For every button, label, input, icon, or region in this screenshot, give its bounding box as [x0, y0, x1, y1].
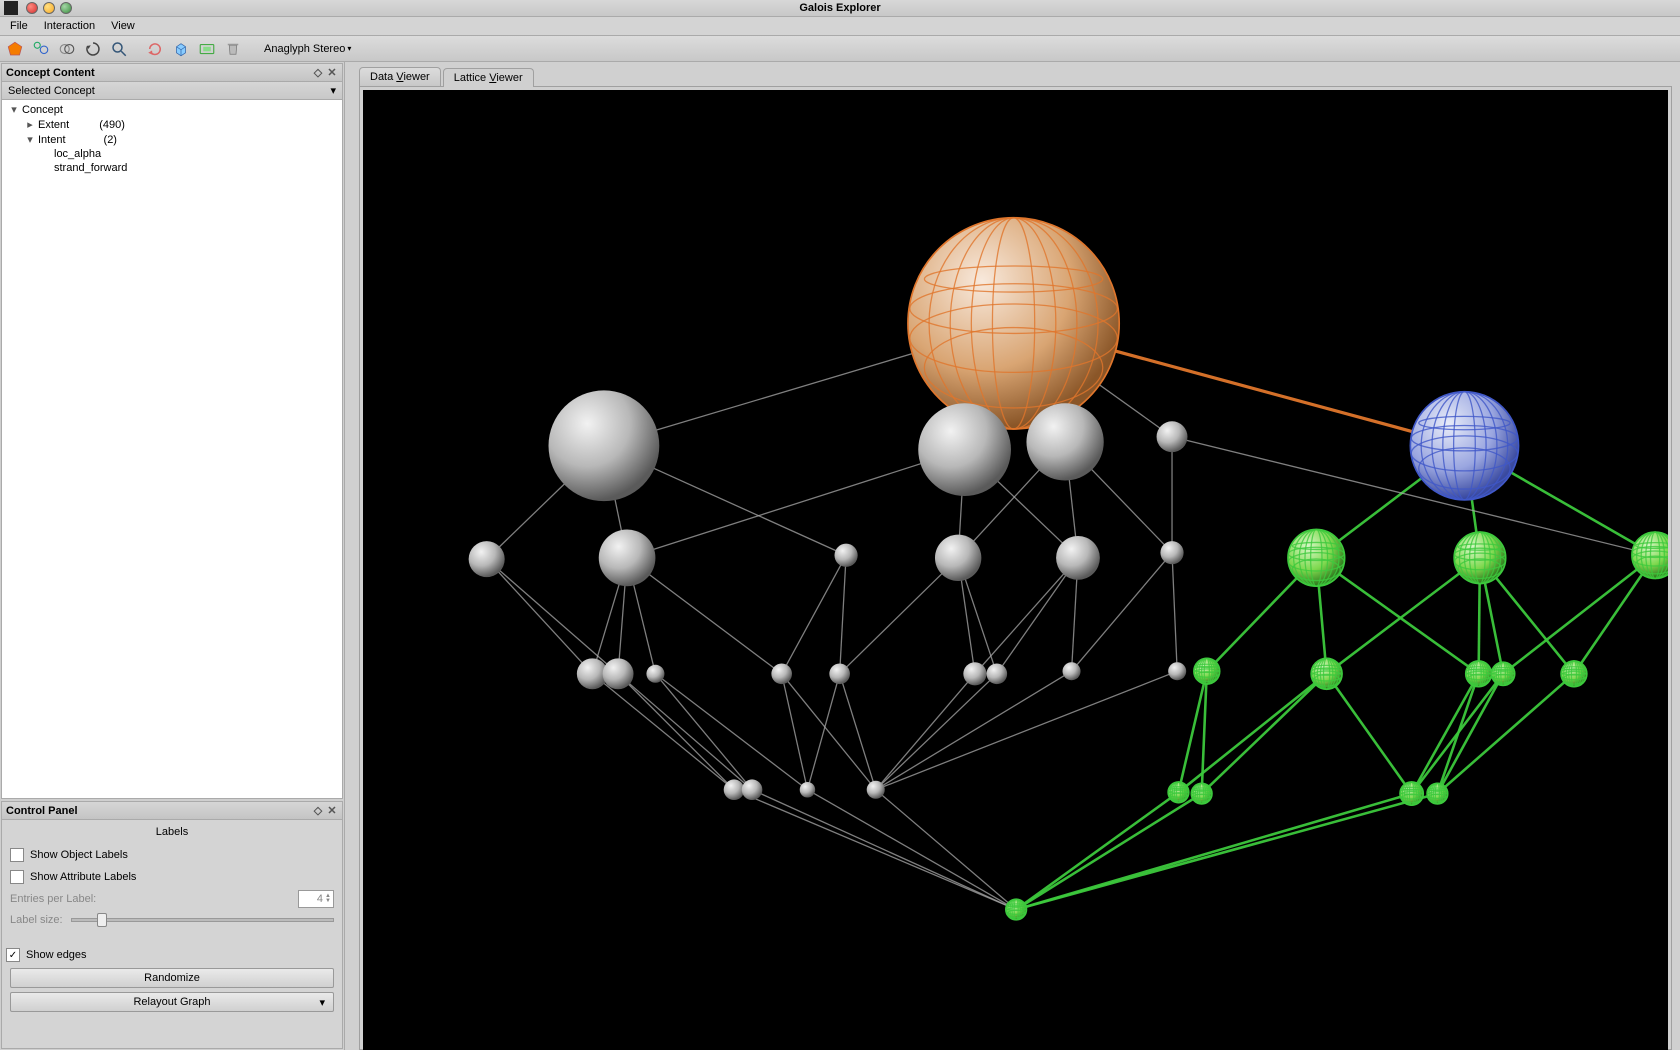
tree-node-intent[interactable]: ▾ Intent (2)	[2, 132, 342, 147]
right-pane: Data Viewer Lattice Viewer	[345, 62, 1680, 1050]
selected-concept-title: Selected Concept	[8, 85, 95, 97]
tab-lattice-viewer[interactable]: Lattice Viewer	[443, 68, 534, 87]
menubar: File Interaction View	[0, 17, 1680, 36]
concept-tree: ▾ Concept ▸ Extent (490) ▾ Intent (2) · …	[2, 100, 342, 798]
panel-close-button[interactable]: ✕	[326, 67, 338, 79]
chevron-down-icon: ▾	[319, 996, 325, 1009]
window-title: Galois Explorer	[0, 2, 1680, 14]
tree-node-concept[interactable]: ▾ Concept	[2, 102, 342, 117]
app-icon	[4, 1, 18, 15]
randomize-button[interactable]: Randomize	[10, 968, 334, 988]
panel-close-button[interactable]: ✕	[326, 805, 338, 817]
window-zoom-button[interactable]	[60, 2, 72, 14]
stereo-label: Anaglyph Stereo	[264, 43, 345, 55]
concept-content-title: Concept Content	[6, 67, 95, 79]
panel-detach-button[interactable]: ◇	[312, 67, 324, 79]
chevron-down-icon: ▾	[347, 44, 351, 53]
screenshot-icon	[198, 40, 216, 58]
show-edges-label: Show edges	[26, 949, 87, 961]
toolbar-btn-2[interactable]	[30, 38, 52, 60]
window-close-button[interactable]	[26, 2, 38, 14]
entries-per-label-label: Entries per Label:	[10, 893, 96, 905]
toolbar-btn-6[interactable]	[144, 38, 166, 60]
tree-leaf-strand-forward[interactable]: · strand_forward	[2, 161, 342, 175]
labels-section-title: Labels	[10, 824, 334, 842]
lattice-viewer-canvas[interactable]	[363, 90, 1668, 1050]
tab-data-viewer[interactable]: Data Viewer	[359, 67, 441, 86]
expander-icon[interactable]: ▾	[24, 133, 36, 146]
chevron-down-icon[interactable]: ▾	[330, 84, 336, 97]
spinner-buttons[interactable]: ▲▼	[325, 894, 331, 904]
menu-interaction[interactable]: Interaction	[38, 18, 101, 34]
tree-leaf-loc-alpha[interactable]: · loc_alpha	[2, 147, 342, 161]
control-panel: Control Panel ◇ ✕ Labels Show Object Lab…	[1, 801, 343, 1049]
toolbar-btn-4[interactable]	[82, 38, 104, 60]
magnify-icon	[110, 40, 128, 58]
viewer-tabs: Data Viewer Lattice Viewer	[359, 62, 1680, 86]
toolbar-btn-9[interactable]	[222, 38, 244, 60]
menu-view[interactable]: View	[105, 18, 141, 34]
show-edges-checkbox[interactable]: ✓	[6, 948, 20, 962]
show-object-labels-checkbox[interactable]	[10, 848, 24, 862]
control-panel-title: Control Panel	[6, 805, 78, 817]
toolbar-btn-5[interactable]	[108, 38, 130, 60]
label-size-label: Label size:	[10, 914, 63, 926]
expander-icon[interactable]: ▸	[24, 118, 36, 131]
mesh-icon	[32, 40, 50, 58]
overlap-icon	[58, 40, 76, 58]
toolbar-btn-3[interactable]	[56, 38, 78, 60]
titlebar: Galois Explorer	[0, 0, 1680, 17]
cube-icon	[172, 40, 190, 58]
panel-detach-button[interactable]: ◇	[312, 805, 324, 817]
toolbar: Anaglyph Stereo ▾	[0, 36, 1680, 62]
relayout-graph-button[interactable]: Relayout Graph ▾	[10, 992, 334, 1012]
show-attribute-labels-checkbox[interactable]	[10, 870, 24, 884]
menu-file[interactable]: File	[4, 18, 34, 34]
stereo-dropdown[interactable]: Anaglyph Stereo ▾	[258, 41, 357, 57]
toolbar-btn-1[interactable]	[4, 38, 26, 60]
left-pane: Concept Content ◇ ✕ Selected Concept ▾ ▾…	[0, 62, 345, 1050]
toolbar-btn-8[interactable]	[196, 38, 218, 60]
reload-icon	[146, 40, 164, 58]
label-size-slider[interactable]	[71, 912, 334, 928]
entries-per-label-spinner[interactable]: 4 ▲▼	[298, 890, 334, 908]
viewer-frame	[359, 86, 1672, 1050]
concept-content-panel: Concept Content ◇ ✕ Selected Concept ▾ ▾…	[1, 63, 343, 799]
expander-icon[interactable]: ▾	[8, 103, 20, 116]
trash-icon	[224, 40, 242, 58]
window-minimize-button[interactable]	[43, 2, 55, 14]
polygon-icon	[6, 40, 24, 58]
show-attribute-labels-label: Show Attribute Labels	[30, 871, 136, 883]
slider-thumb[interactable]	[97, 913, 107, 927]
show-object-labels-label: Show Object Labels	[30, 849, 128, 861]
tree-node-extent[interactable]: ▸ Extent (490)	[2, 117, 342, 132]
rotate-icon	[84, 40, 102, 58]
toolbar-btn-7[interactable]	[170, 38, 192, 60]
entries-value: 4	[317, 893, 323, 905]
